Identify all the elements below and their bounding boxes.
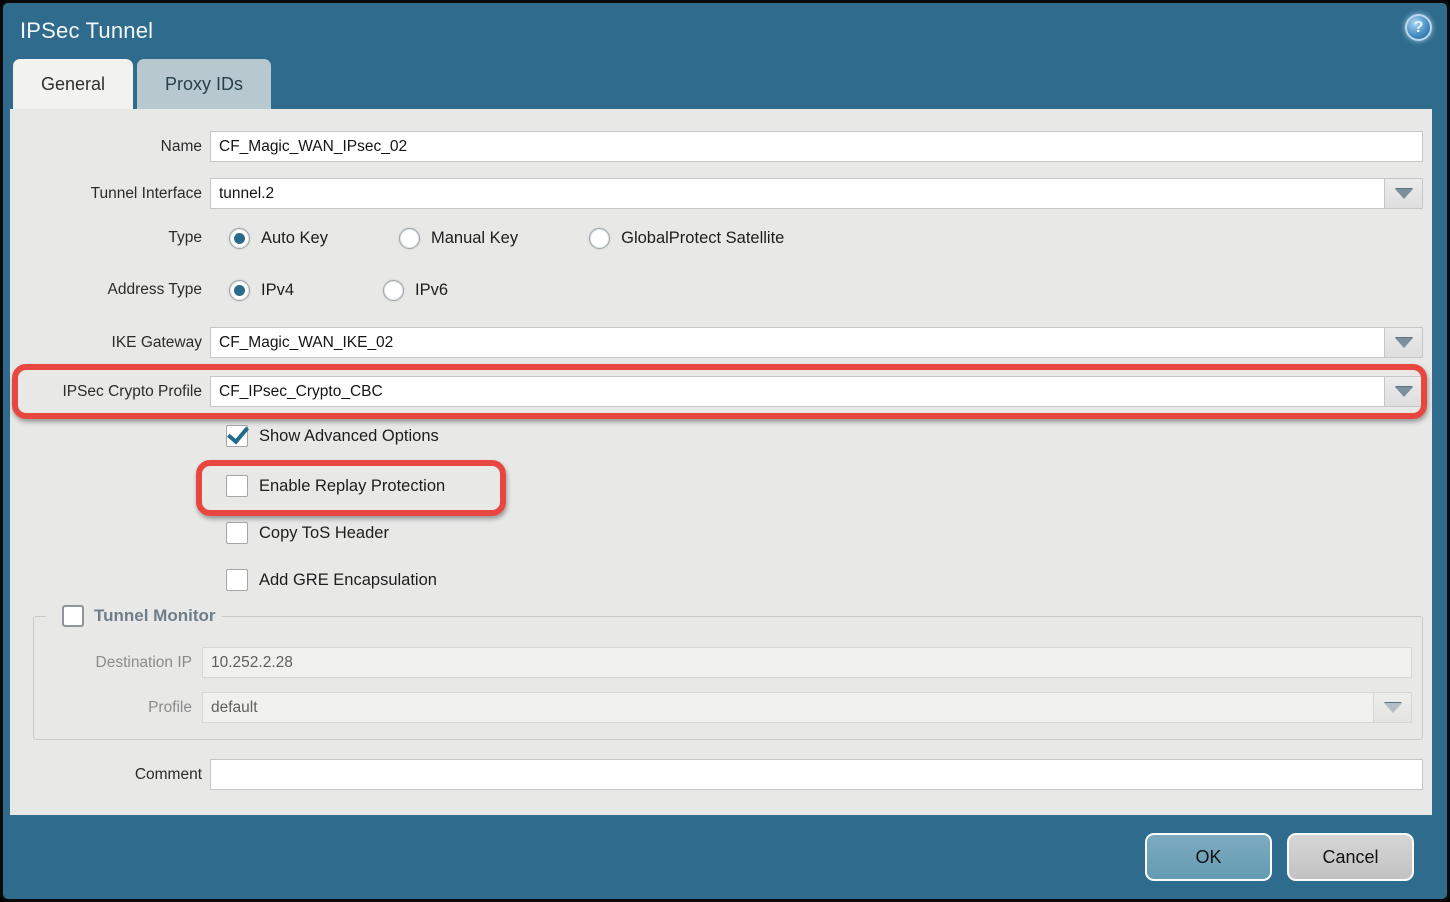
add-gre-encapsulation-row: Add GRE Encapsulation xyxy=(226,569,1423,591)
monitor-profile-row: Profile xyxy=(44,692,1412,723)
ipsec-crypto-profile-row: IPSec Crypto Profile xyxy=(10,376,1423,407)
tunnel-interface-row: Tunnel Interface xyxy=(10,178,1423,209)
radio-ipv6-control[interactable] xyxy=(383,280,404,301)
name-input[interactable] xyxy=(210,131,1423,162)
copy-tos-header-row: Copy ToS Header xyxy=(226,522,1423,544)
ike-gateway-input[interactable] xyxy=(210,327,1385,358)
name-row: Name xyxy=(10,131,1423,162)
ike-gateway-dropdown-button[interactable] xyxy=(1385,327,1423,358)
chevron-down-icon xyxy=(1384,703,1402,713)
tunnel-monitor-section: Tunnel Monitor Destination IP Profile xyxy=(33,605,1423,740)
radio-auto-key[interactable]: Auto Key xyxy=(218,228,328,249)
tunnel-interface-dropdown-button[interactable] xyxy=(1385,178,1423,209)
tab-bar: General Proxy IDs xyxy=(3,59,1447,109)
help-icon[interactable]: ? xyxy=(1405,14,1432,41)
radio-manual-key-label: Manual Key xyxy=(431,229,518,248)
tunnel-monitor-label: Tunnel Monitor xyxy=(94,606,216,626)
destination-ip-row: Destination IP xyxy=(44,647,1412,678)
tunnel-interface-input[interactable] xyxy=(210,178,1385,209)
enable-replay-protection-checkbox[interactable] xyxy=(226,475,248,497)
show-advanced-options-checkbox[interactable] xyxy=(226,425,248,447)
tab-proxy-ids-label: Proxy IDs xyxy=(165,74,243,95)
radio-ipv4-label: IPv4 xyxy=(261,281,294,300)
monitor-profile-input xyxy=(202,692,1374,723)
add-gre-encapsulation-label: Add GRE Encapsulation xyxy=(259,571,437,590)
radio-auto-key-label: Auto Key xyxy=(261,229,328,248)
address-type-row: Address Type IPv4 IPv6 xyxy=(10,277,1423,303)
tunnel-interface-label: Tunnel Interface xyxy=(10,185,210,203)
monitor-profile-label: Profile xyxy=(44,699,202,717)
ike-gateway-label: IKE Gateway xyxy=(10,334,210,352)
dialog-title: IPSec Tunnel xyxy=(20,18,153,44)
general-tab-panel: Name Tunnel Interface Type Auto Key xyxy=(10,109,1432,815)
tab-general-label: General xyxy=(41,74,105,95)
radio-globalprotect-satellite[interactable]: GlobalProtect Satellite xyxy=(578,228,784,249)
radio-ipv4-control[interactable] xyxy=(229,280,250,301)
radio-globalprotect-satellite-control[interactable] xyxy=(589,228,610,249)
ike-gateway-row: IKE Gateway xyxy=(10,327,1423,358)
destination-ip-input xyxy=(202,647,1412,678)
radio-ipv6[interactable]: IPv6 xyxy=(372,280,448,301)
enable-replay-protection-row: Enable Replay Protection xyxy=(226,475,1423,497)
radio-auto-key-control[interactable] xyxy=(229,228,250,249)
copy-tos-header-label: Copy ToS Header xyxy=(259,524,389,543)
title-bar: IPSec Tunnel ? xyxy=(3,3,1447,59)
add-gre-encapsulation-checkbox[interactable] xyxy=(226,569,248,591)
tunnel-monitor-checkbox[interactable] xyxy=(62,605,84,627)
radio-ipv6-label: IPv6 xyxy=(415,281,448,300)
destination-ip-label: Destination IP xyxy=(44,654,202,672)
radio-manual-key-control[interactable] xyxy=(399,228,420,249)
address-type-label: Address Type xyxy=(10,281,210,299)
ipsec-crypto-profile-input[interactable] xyxy=(210,376,1385,407)
chevron-down-icon xyxy=(1395,338,1413,348)
comment-row: Comment xyxy=(10,759,1423,790)
comment-label: Comment xyxy=(10,766,210,784)
tunnel-monitor-legend: Tunnel Monitor xyxy=(46,605,222,627)
monitor-profile-dropdown-button xyxy=(1374,692,1412,723)
ipsec-tunnel-dialog: IPSec Tunnel ? General Proxy IDs Name Tu… xyxy=(0,0,1450,902)
ipsec-crypto-profile-label: IPSec Crypto Profile xyxy=(10,383,210,401)
show-advanced-options-label: Show Advanced Options xyxy=(259,427,439,446)
radio-ipv4[interactable]: IPv4 xyxy=(218,280,294,301)
footer-bar: OK Cancel xyxy=(3,815,1447,899)
radio-manual-key[interactable]: Manual Key xyxy=(388,228,518,249)
name-label: Name xyxy=(10,138,210,156)
cancel-button[interactable]: Cancel xyxy=(1287,833,1414,881)
copy-tos-header-checkbox[interactable] xyxy=(226,522,248,544)
radio-globalprotect-satellite-label: GlobalProtect Satellite xyxy=(621,229,784,248)
type-row: Type Auto Key Manual Key GlobalProtect S… xyxy=(10,225,1423,251)
type-label: Type xyxy=(10,229,210,247)
comment-input[interactable] xyxy=(210,759,1423,790)
show-advanced-options-row: Show Advanced Options xyxy=(226,425,1423,447)
help-icon-glyph: ? xyxy=(1414,19,1424,37)
tab-general[interactable]: General xyxy=(13,59,133,109)
ipsec-crypto-profile-dropdown-button[interactable] xyxy=(1385,376,1423,407)
chevron-down-icon xyxy=(1395,189,1413,199)
chevron-down-icon xyxy=(1395,387,1413,397)
tab-proxy-ids[interactable]: Proxy IDs xyxy=(137,59,271,109)
enable-replay-protection-label: Enable Replay Protection xyxy=(259,477,445,496)
ok-button[interactable]: OK xyxy=(1145,833,1272,881)
